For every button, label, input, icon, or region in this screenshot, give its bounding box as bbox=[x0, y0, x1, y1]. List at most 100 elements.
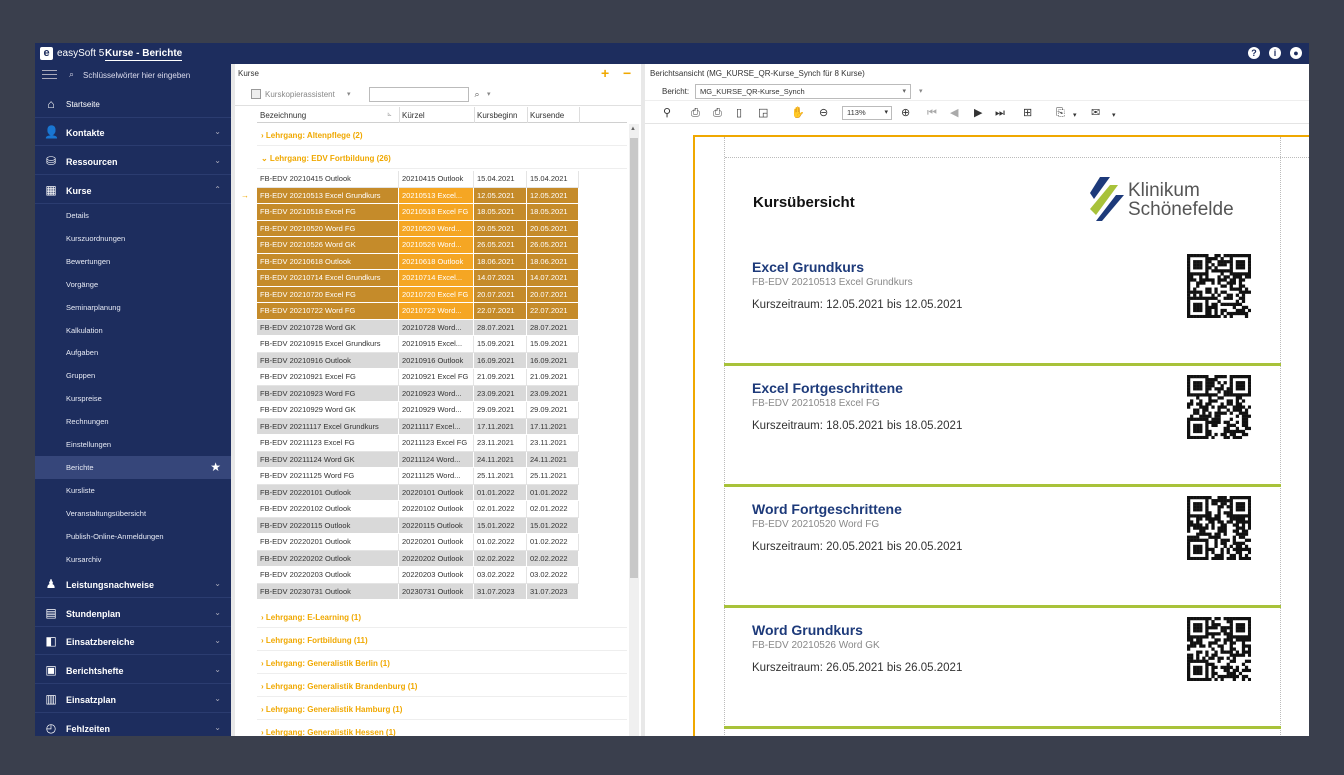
sidebar-subitem-kursliste[interactable]: Kursliste bbox=[35, 479, 231, 502]
sidebar-subitem-details[interactable]: Details bbox=[35, 204, 231, 227]
chevron-down-icon[interactable]: ▾ bbox=[1073, 110, 1077, 122]
table-row[interactable]: FB-EDV 20220203 Outlook 20220203 Outlook 0… bbox=[257, 567, 579, 584]
sidebar-item-kurse[interactable]: ▦ Kurse ⌃ bbox=[35, 176, 231, 204]
next-page-icon[interactable]: ▶ bbox=[974, 107, 982, 119]
sidebar-item-leistungsnachweise[interactable]: ♟ Leistungsnachweise ⌄ bbox=[35, 570, 231, 598]
zoom-out-icon[interactable]: ⊖ bbox=[819, 107, 828, 119]
search-input[interactable]: Schlüsselwörter hier eingeben bbox=[83, 71, 190, 80]
remove-icon[interactable]: − bbox=[623, 66, 631, 80]
binoculars-icon[interactable]: ⚲ bbox=[663, 107, 671, 119]
page-setup-icon[interactable]: ▯ bbox=[736, 107, 742, 119]
report-select[interactable]: MG_KURSE_QR-Kurse_Synch ▾ bbox=[695, 84, 911, 99]
group-row[interactable]: › Lehrgang: Fortbildung (11) bbox=[257, 629, 627, 651]
sort-icon[interactable]: ⊾ bbox=[387, 111, 392, 118]
column-header[interactable]: Kürzel bbox=[402, 111, 425, 120]
table-row[interactable]: FB-EDV 20210915 Excel Grundkurs 20210915 … bbox=[257, 336, 579, 353]
sidebar-item-einsatzplan[interactable]: ▥ Einsatzplan ⌄ bbox=[35, 685, 231, 713]
table-row[interactable]: FB-EDV 20220201 Outlook 20220201 Outlook 0… bbox=[257, 534, 579, 551]
table-row[interactable]: FB-EDV 20230731 Outlook 20230731 Outlook 3… bbox=[257, 583, 579, 600]
table-row[interactable]: FB-EDV 20210929 Word GK 20210929 Word... 2… bbox=[257, 402, 579, 419]
last-page-icon[interactable]: ⏭ bbox=[995, 107, 1005, 119]
add-icon[interactable]: + bbox=[601, 66, 609, 80]
info-icon[interactable]: i bbox=[1269, 47, 1281, 59]
table-row[interactable]: FB-EDV 20210518 Excel FG 20210518 Excel F… bbox=[257, 204, 579, 221]
group-row[interactable]: › Lehrgang: Generalistik Berlin (1) bbox=[257, 652, 627, 674]
group-row[interactable]: › Lehrgang: Altenpflege (2) bbox=[257, 124, 627, 146]
scrollbar-thumb[interactable] bbox=[630, 138, 638, 578]
sidebar-item-fehlzeiten[interactable]: ◴ Fehlzeiten ⌄ bbox=[35, 714, 231, 737]
power-icon[interactable]: ● bbox=[1290, 47, 1302, 59]
sidebar-subitem-kurszuordnungen[interactable]: Kurszuordnungen bbox=[35, 227, 231, 250]
group-row[interactable]: › Lehrgang: Generalistik Hessen (1) bbox=[257, 721, 627, 736]
print-icon[interactable]: ⎙ bbox=[691, 107, 700, 119]
sidebar-subitem-veranstaltungsübersicht[interactable]: Veranstaltungsübersicht bbox=[35, 502, 231, 525]
kurse-search-input[interactable] bbox=[369, 87, 469, 102]
sidebar-subitem-kalkulation[interactable]: Kalkulation bbox=[35, 319, 231, 342]
sidebar-search[interactable]: ⌕ Schlüsselwörter hier eingeben bbox=[35, 64, 231, 86]
group-row[interactable]: ⌄ Lehrgang: EDV Fortbildung (26) bbox=[257, 147, 627, 169]
table-row[interactable]: FB-EDV 20210923 Word FG 20210923 Word... 2… bbox=[257, 385, 579, 402]
zoom-select[interactable]: 113% ▾ bbox=[842, 106, 892, 120]
quick-print-icon[interactable]: ⎙ bbox=[713, 107, 722, 119]
sidebar-item-stundenplan[interactable]: ▤ Stundenplan ⌄ bbox=[35, 599, 231, 627]
sidebar-subitem-aufgaben[interactable]: Aufgaben bbox=[35, 341, 231, 364]
first-page-icon[interactable]: ⏮ bbox=[927, 107, 937, 119]
chevron-down-icon[interactable]: ▾ bbox=[1112, 110, 1116, 122]
table-row[interactable]: FB-EDV 20220202 Outlook 20220202 Outlook 0… bbox=[257, 550, 579, 567]
table-row[interactable]: FB-EDV 20211124 Word GK 20211124 Word... 2… bbox=[257, 451, 579, 468]
table-row[interactable]: FB-EDV 20220115 Outlook 20220115 Outlook 1… bbox=[257, 517, 579, 534]
sidebar-subitem-kurspreise[interactable]: Kurspreise bbox=[35, 387, 231, 410]
table-row[interactable]: FB-EDV 20210720 Excel FG 20210720 Excel F… bbox=[257, 286, 579, 303]
table-row[interactable]: FB-EDV 20210526 Word GK 20210526 Word... 2… bbox=[257, 237, 579, 254]
report-preview[interactable]: Kursübersicht Klinikum Schönefelde Excel… bbox=[645, 125, 1309, 736]
table-row[interactable]: FB-EDV 20210728 Word GK 20210728 Word... 2… bbox=[257, 319, 579, 336]
table-row[interactable]: FB-EDV 20220102 Outlook 20220102 Outlook 0… bbox=[257, 501, 579, 518]
group-row[interactable]: › Lehrgang: Generalistik Brandenburg (1) bbox=[257, 675, 627, 697]
sidebar-subitem-vorgänge[interactable]: Vorgänge bbox=[35, 273, 231, 296]
email-icon[interactable]: ✉ bbox=[1091, 107, 1100, 119]
sidebar-subitem-kursarchiv[interactable]: Kursarchiv bbox=[35, 548, 231, 571]
prev-page-icon[interactable]: ◀ bbox=[950, 107, 958, 119]
table-row[interactable]: FB-EDV 20211117 Excel Grundkurs 20211117 … bbox=[257, 418, 579, 435]
scale-icon[interactable]: ◲ bbox=[758, 107, 768, 119]
table-row[interactable]: FB-EDV 20210513 Excel Grundkurs 20210513 … bbox=[257, 187, 579, 204]
sidebar-subitem-rechnungen[interactable]: Rechnungen bbox=[35, 410, 231, 433]
menu-icon[interactable] bbox=[42, 70, 57, 79]
multi-page-icon[interactable]: ⊞ bbox=[1023, 107, 1032, 119]
chevron-down-icon[interactable]: ▾ bbox=[487, 90, 491, 98]
sidebar-item-startseite[interactable]: ⌂ Startseite bbox=[35, 90, 231, 118]
group-row[interactable]: › Lehrgang: Generalistik Hamburg (1) bbox=[257, 698, 627, 720]
column-header[interactable]: Kursende bbox=[530, 111, 564, 120]
help-icon[interactable]: ? bbox=[1248, 47, 1260, 59]
column-header[interactable]: Bezeichnung bbox=[260, 111, 306, 120]
table-row[interactable]: FB-EDV 20211123 Excel FG 20211123 Excel F… bbox=[257, 435, 579, 452]
hand-tool-icon[interactable]: ✋ bbox=[791, 107, 805, 119]
table-row[interactable]: FB-EDV 20220101 Outlook 20220101 Outlook 0… bbox=[257, 484, 579, 501]
vertical-scrollbar[interactable]: ▲ bbox=[629, 124, 639, 736]
sidebar-item-kontakte[interactable]: 👤 Kontakte ⌄ bbox=[35, 118, 231, 146]
table-row[interactable]: FB-EDV 20210916 Outlook 20210916 Outlook 1… bbox=[257, 352, 579, 369]
table-row[interactable]: FB-EDV 20210520 Word FG 20210520 Word... 2… bbox=[257, 220, 579, 237]
table-row[interactable]: FB-EDV 20210618 Outlook 20210618 Outlook 1… bbox=[257, 253, 579, 270]
sidebar-item-berichtshefte[interactable]: ▣ Berichtshefte ⌄ bbox=[35, 656, 231, 685]
chevron-down-icon[interactable]: ▾ bbox=[347, 90, 351, 98]
table-row[interactable]: FB-EDV 20210921 Excel FG 20210921 Excel F… bbox=[257, 369, 579, 386]
table-row[interactable]: FB-EDV 20210415 Outlook 20210415 Outlook 1… bbox=[257, 171, 579, 188]
column-header[interactable]: Kursbeginn bbox=[477, 111, 517, 120]
sidebar-subitem-publish-online-anmeldungen[interactable]: Publish-Online-Anmeldungen bbox=[35, 525, 231, 548]
horizontal-scrollbar[interactable] bbox=[645, 725, 1309, 736]
sidebar-subitem-berichte[interactable]: Berichte ★ bbox=[35, 455, 231, 479]
chevron-down-icon[interactable]: ▾ bbox=[919, 87, 923, 95]
copy-assistant-button[interactable]: Kurskopierassistent bbox=[265, 90, 335, 99]
sidebar-subitem-gruppen[interactable]: Gruppen bbox=[35, 364, 231, 387]
table-row[interactable]: FB-EDV 20211125 Word FG 20211125 Word... 2… bbox=[257, 468, 579, 485]
sidebar-item-ressourcen[interactable]: ⛁ Ressourcen ⌄ bbox=[35, 147, 231, 175]
search-icon[interactable]: ⌕ bbox=[470, 87, 484, 102]
sidebar-item-einsatzbereiche[interactable]: ◧ Einsatzbereiche ⌄ bbox=[35, 627, 231, 656]
star-icon[interactable]: ★ bbox=[210, 460, 221, 474]
export-icon[interactable]: ⎘ bbox=[1056, 107, 1065, 119]
sidebar-subitem-einstellungen[interactable]: Einstellungen bbox=[35, 433, 231, 456]
sidebar-subitem-bewertungen[interactable]: Bewertungen bbox=[35, 250, 231, 273]
tab-kurse-berichte[interactable]: Kurse - Berichte bbox=[105, 48, 183, 61]
group-row[interactable]: › Lehrgang: E-Learning (1) bbox=[257, 606, 627, 628]
